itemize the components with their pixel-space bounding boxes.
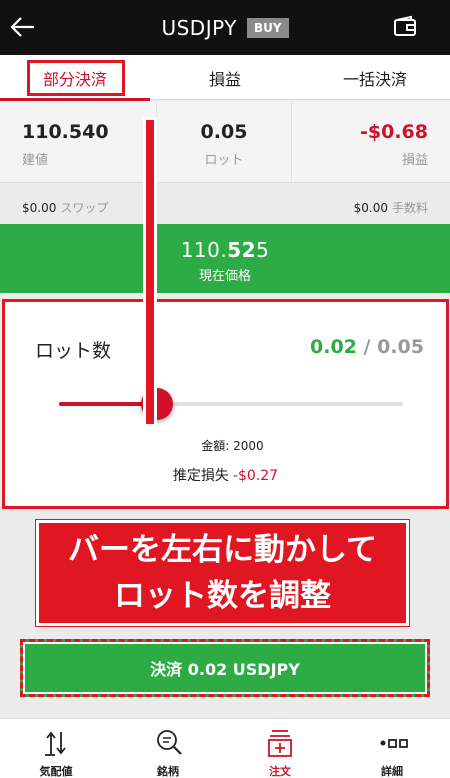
highlight-box bbox=[27, 60, 125, 96]
annotation-line-1: バーを左右に動かして bbox=[67, 532, 378, 568]
price-suffix: 5 bbox=[256, 238, 270, 262]
nav-details[interactable]: 詳細 bbox=[336, 719, 448, 778]
top-bar: USDJPY BUY bbox=[0, 0, 450, 55]
lot-separator: / bbox=[356, 336, 378, 358]
open-price-value: 110.540 bbox=[22, 121, 109, 143]
pnl-value: -$0.68 bbox=[360, 121, 428, 143]
swap-label: スワップ bbox=[60, 201, 109, 215]
swap-value: $0.00 bbox=[22, 201, 57, 215]
lot-value: 0.05 bbox=[200, 121, 248, 143]
nav-label: 気配値 bbox=[39, 765, 73, 778]
amount-value: 2000 bbox=[233, 439, 264, 453]
estimate-row: 推定損失 -$0.27 bbox=[5, 465, 446, 485]
commission-info: $0.00 手数料 bbox=[354, 199, 428, 216]
tab-bar: 部分決済 損益 一括決済 bbox=[0, 55, 450, 101]
amount-label: 金額: bbox=[201, 439, 230, 453]
nav-symbols[interactable]: 銘柄 bbox=[112, 719, 224, 778]
page-title: USDJPY bbox=[161, 15, 237, 40]
order-icon bbox=[268, 730, 292, 757]
side-badge: BUY bbox=[246, 17, 289, 38]
tab-bulk-settlement[interactable]: 一括決済 bbox=[300, 55, 450, 100]
current-price-label: 現在価格 bbox=[198, 269, 251, 284]
nav-label: 注文 bbox=[269, 765, 291, 778]
current-price-value: 110.525 bbox=[0, 238, 450, 262]
pnl-label: 損益 bbox=[401, 153, 428, 168]
commission-value: $0.00 bbox=[353, 201, 388, 215]
tab-label: 損益 bbox=[208, 69, 241, 89]
wallet-icon[interactable] bbox=[392, 14, 418, 40]
tab-label: 一括決済 bbox=[342, 69, 407, 89]
swap-info: $0.00 スワップ bbox=[22, 199, 108, 216]
nav-quotes[interactable]: 気配値 bbox=[0, 719, 112, 778]
lot-readout: 0.02 / 0.05 bbox=[310, 336, 424, 358]
position-stats: 110.540 建値 0.05 ロット -$0.68 損益 bbox=[0, 101, 450, 183]
estimate-label: 推定損失 bbox=[172, 468, 229, 484]
nav-label: 詳細 bbox=[381, 765, 403, 778]
tab-profit-loss[interactable]: 損益 bbox=[150, 55, 300, 100]
lot-slider[interactable] bbox=[59, 388, 403, 420]
price-prefix: 110. bbox=[180, 238, 228, 262]
nav-orders[interactable]: 注文 bbox=[224, 719, 336, 778]
open-price-cell: 110.540 建値 bbox=[0, 101, 157, 183]
annotation-callout: バーを左右に動かして ロット数を調整 bbox=[36, 520, 409, 626]
quotes-arrows-icon bbox=[45, 731, 66, 756]
open-price-label: 建値 bbox=[22, 153, 49, 168]
lot-label: ロット bbox=[204, 153, 244, 168]
estimate-value: -$0.27 bbox=[232, 468, 279, 484]
fees-row: $0.00 スワップ $0.00 手数料 bbox=[0, 190, 450, 224]
bottom-nav: 気配値 銘柄 注文 詳細 bbox=[0, 718, 450, 778]
lot-current: 0.02 bbox=[310, 336, 357, 358]
pnl-cell: -$0.68 損益 bbox=[292, 101, 450, 183]
details-dots-icon bbox=[380, 739, 408, 748]
commission-label: 手数料 bbox=[391, 201, 428, 215]
settle-button[interactable]: 決済 0.02 USDJPY bbox=[20, 639, 430, 697]
price-emphasis: 52 bbox=[227, 238, 257, 262]
search-symbol-icon bbox=[157, 730, 182, 755]
lot-selector-card: ロット数 0.02 / 0.05 金額: 2000 推定損失 -$0.27 bbox=[2, 299, 449, 509]
lot-cell: 0.05 ロット bbox=[157, 101, 292, 183]
current-price-banner: 110.525 現在価格 bbox=[0, 224, 450, 293]
amount-row: 金額: 2000 bbox=[5, 437, 446, 454]
lot-title: ロット数 bbox=[35, 340, 112, 362]
annotation-line-2: ロット数を調整 bbox=[114, 578, 331, 614]
nav-label: 銘柄 bbox=[157, 765, 179, 778]
lot-max: 0.05 bbox=[377, 336, 424, 358]
callout-pointer bbox=[143, 117, 157, 427]
title-group: USDJPY BUY bbox=[0, 0, 450, 55]
